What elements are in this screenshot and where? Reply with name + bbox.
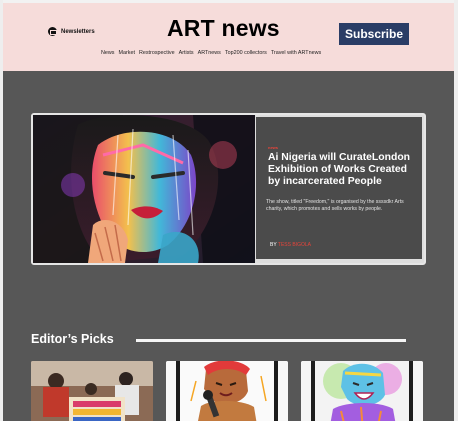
article-headline[interactable]: Ai Nigeria will CurateLondon Exhibition … xyxy=(268,152,416,188)
page: Newsletters ART news Subscribe News Mark… xyxy=(0,0,458,421)
newsletter-icon xyxy=(48,27,57,36)
nav-item-top200-collectors[interactable]: Top200 collectors xyxy=(225,50,267,56)
subscribe-button[interactable]: Subscribe xyxy=(339,23,409,45)
editors-pick-card[interactable] xyxy=(301,361,423,421)
site-logo[interactable]: ART news xyxy=(167,15,280,42)
nav-item-artists[interactable]: Artists xyxy=(179,50,194,56)
editors-pick-image xyxy=(31,361,153,421)
editors-pick-image xyxy=(301,361,423,421)
nav-item-retrospective[interactable]: Restrospective xyxy=(139,50,175,56)
author-link[interactable]: TESS BIGOLA xyxy=(278,242,311,248)
byline-prefix: BY xyxy=(270,242,277,248)
section-divider xyxy=(136,339,406,342)
featured-article-card[interactable]: news Ai Nigeria will CurateLondon Exhibi… xyxy=(31,113,426,265)
editors-pick-card[interactable] xyxy=(166,361,288,421)
editors-pick-card[interactable] xyxy=(31,361,153,421)
frame-right xyxy=(454,0,458,421)
nav-item-travel[interactable]: Travel with ARTnews xyxy=(271,50,321,56)
featured-article-image[interactable] xyxy=(33,115,255,263)
editors-pick-image xyxy=(166,361,288,421)
newsletters-label: Newsletters xyxy=(61,28,95,35)
main-content: news Ai Nigeria will CurateLondon Exhibi… xyxy=(3,71,454,421)
article-tag[interactable]: news xyxy=(268,145,278,150)
newsletters-link[interactable]: Newsletters xyxy=(48,27,95,36)
nav-item-market[interactable]: Market xyxy=(118,50,134,56)
article-summary: The show, titled "Freedom," is organised… xyxy=(266,199,404,212)
article-byline: BY TESS BIGOLA xyxy=(270,242,311,248)
nav-item-news[interactable]: News xyxy=(101,50,114,56)
nav-item-artnews[interactable]: ARTnews xyxy=(198,50,221,56)
editors-picks-heading: Editor’s Picks xyxy=(31,332,114,346)
site-header: Newsletters ART news Subscribe News Mark… xyxy=(3,3,454,71)
featured-article-text-panel: news Ai Nigeria will CurateLondon Exhibi… xyxy=(256,117,422,259)
main-nav: News Market Restrospective Artists ARTne… xyxy=(101,50,321,56)
